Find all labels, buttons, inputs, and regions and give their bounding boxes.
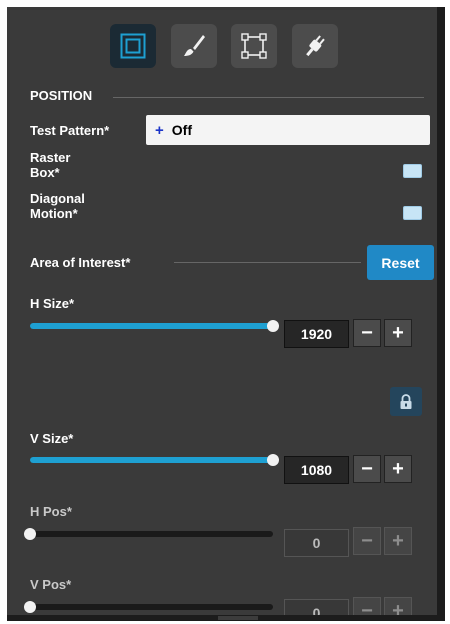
lock-icon bbox=[400, 393, 412, 409]
v-size-slider[interactable] bbox=[30, 454, 279, 466]
h-pos-label: H Pos* bbox=[30, 504, 72, 519]
test-pattern-field[interactable]: + Off bbox=[146, 115, 430, 145]
v-pos-slider[interactable] bbox=[24, 601, 273, 613]
raster-box-label-line2: Box* bbox=[30, 165, 60, 180]
paint-tool-button[interactable] bbox=[171, 24, 217, 68]
raster-box-label-line1: Raster bbox=[30, 150, 71, 165]
h-pos-slider-thumb[interactable] bbox=[24, 528, 36, 540]
v-pos-label: V Pos* bbox=[30, 577, 72, 592]
power-plug-icon bbox=[306, 35, 325, 57]
horizontal-scrollbar-thumb[interactable] bbox=[218, 616, 258, 620]
area-of-interest-divider bbox=[174, 262, 361, 263]
diagonal-motion-label: Diagonal Motion* bbox=[30, 191, 85, 221]
diagonal-motion-checkbox[interactable] bbox=[403, 206, 422, 220]
area-of-interest-label: Area of Interest* bbox=[30, 255, 131, 270]
raster-box-label: Raster Box* bbox=[30, 150, 70, 180]
h-pos-slider[interactable] bbox=[24, 528, 273, 540]
h-pos-value[interactable]: 0 bbox=[284, 529, 349, 557]
transform-tool-button[interactable] bbox=[231, 24, 277, 68]
v-size-decrement-button[interactable]: − bbox=[353, 455, 381, 483]
h-size-slider[interactable] bbox=[30, 320, 279, 332]
v-size-increment-button[interactable]: + bbox=[384, 455, 412, 483]
raster-box-checkbox[interactable] bbox=[403, 164, 422, 178]
aspect-lock-button[interactable] bbox=[390, 387, 422, 416]
crop-handles-icon bbox=[241, 33, 267, 59]
h-size-label: H Size* bbox=[30, 296, 75, 311]
test-pattern-value: Off bbox=[171, 122, 192, 138]
reset-button[interactable]: Reset bbox=[367, 245, 434, 280]
frame-square-icon bbox=[120, 33, 146, 59]
test-pattern-label: Test Pattern* bbox=[30, 123, 110, 138]
h-size-slider-thumb[interactable] bbox=[267, 320, 279, 332]
diagonal-motion-label-line2: Motion* bbox=[30, 206, 78, 221]
h-pos-decrement-button[interactable]: − bbox=[353, 527, 381, 555]
h-size-decrement-button[interactable]: − bbox=[353, 319, 381, 347]
h-size-slider-fill bbox=[30, 323, 273, 329]
vertical-scrollbar[interactable] bbox=[437, 7, 445, 621]
position-panel: POSITION Test Pattern* + Off Raster Box*… bbox=[7, 7, 437, 621]
h-pos-increment-button[interactable]: + bbox=[384, 527, 412, 555]
plugin-tool-button[interactable] bbox=[292, 24, 338, 68]
paintbrush-icon bbox=[184, 35, 205, 56]
v-size-label: V Size* bbox=[30, 431, 74, 446]
h-size-increment-button[interactable]: + bbox=[384, 319, 412, 347]
v-size-value[interactable]: 1080 bbox=[284, 456, 349, 484]
test-pattern-plus: + bbox=[155, 121, 164, 139]
v-size-slider-fill bbox=[30, 457, 273, 463]
v-pos-slider-thumb[interactable] bbox=[24, 601, 36, 613]
h-size-value[interactable]: 1920 bbox=[284, 320, 349, 348]
section-divider bbox=[113, 97, 424, 98]
section-title: POSITION bbox=[30, 88, 93, 103]
v-size-slider-thumb[interactable] bbox=[267, 454, 279, 466]
diagonal-motion-label-line1: Diagonal bbox=[30, 191, 85, 206]
position-tool-button[interactable] bbox=[110, 24, 156, 68]
